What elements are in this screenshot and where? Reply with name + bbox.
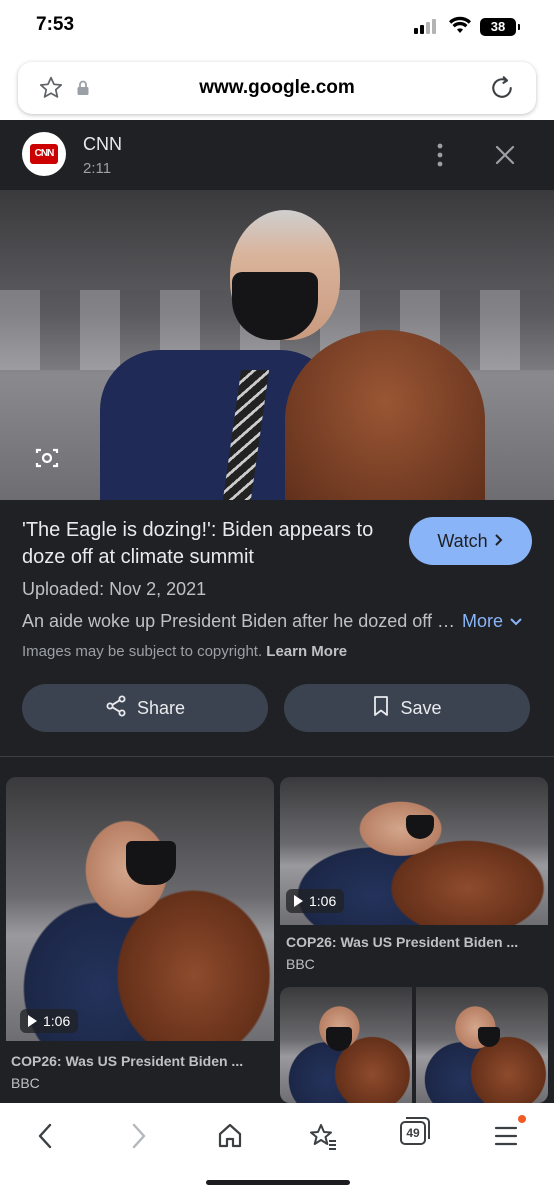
home-indicator[interactable] (206, 1180, 350, 1185)
home-icon[interactable] (216, 1121, 244, 1156)
bottom-toolbar (0, 1103, 554, 1200)
video-duration-badge: 1:06 (286, 889, 345, 913)
watch-label: Watch (437, 530, 488, 551)
related-result[interactable]: 1:06 COP26: Was US President Biden ... B… (6, 777, 274, 1103)
source-name[interactable]: CNN (83, 134, 122, 155)
related-result[interactable] (280, 987, 548, 1103)
copyright-text: Images may be subject to copyright. (22, 643, 263, 660)
watch-button[interactable]: Watch (409, 517, 532, 565)
related-thumbnail[interactable] (6, 777, 274, 1041)
share-label: Share (136, 697, 186, 718)
chevron-right-icon (494, 531, 504, 552)
upload-date: Uploaded: Nov 2, 2021 (22, 579, 207, 599)
more-label: More (462, 611, 504, 631)
address-bar-container: www.google.com (0, 56, 554, 120)
related-thumbnail[interactable] (280, 987, 412, 1103)
save-label: Save (400, 697, 442, 718)
tabs-button[interactable]: 49 (400, 1117, 430, 1145)
result-description: An aide woke up President Biden after he… (22, 611, 458, 631)
related-source: BBC (11, 1075, 40, 1091)
bookmarks-icon[interactable] (308, 1121, 338, 1156)
video-duration: 2:11 (83, 160, 112, 177)
bookmark-icon (372, 695, 390, 722)
related-duration: 1:06 (309, 893, 337, 909)
more-options-icon[interactable] (430, 142, 450, 173)
reload-icon[interactable] (488, 74, 516, 107)
url-text[interactable]: www.google.com (18, 77, 536, 99)
play-icon (28, 1015, 37, 1027)
battery-icon: 38 (480, 18, 520, 36)
related-title[interactable]: COP26: Was US President Biden ... (286, 934, 544, 950)
cnn-logo-icon: CNN (30, 144, 58, 164)
source-logo: CNN (22, 132, 66, 176)
video-duration-badge: 1:06 (20, 1009, 79, 1033)
back-icon[interactable] (34, 1121, 56, 1156)
related-title[interactable]: COP26: Was US President Biden ... (11, 1053, 269, 1069)
related-thumbnail[interactable] (416, 987, 548, 1103)
forward-icon[interactable] (128, 1121, 150, 1156)
chevron-down-icon (509, 611, 523, 632)
menu-icon[interactable] (494, 1121, 518, 1156)
share-icon (105, 695, 127, 722)
status-time: 7:53 (36, 14, 75, 35)
lens-search-icon[interactable] (34, 447, 60, 474)
copyright-notice: Images may be subject to copyright. Lear… (22, 643, 347, 660)
result-header: CNN CNN 2:11 (0, 120, 554, 190)
share-button[interactable]: Share (22, 684, 268, 732)
wifi-icon (448, 15, 472, 40)
cellular-signal-icon (414, 18, 436, 34)
result-image[interactable] (0, 190, 554, 500)
related-duration: 1:06 (43, 1013, 71, 1029)
save-button[interactable]: Save (284, 684, 530, 732)
close-icon[interactable] (494, 144, 516, 171)
related-result[interactable]: 1:06 COP26: Was US President Biden ... B… (280, 777, 548, 981)
related-source: BBC (286, 956, 315, 972)
learn-more-link[interactable]: Learn More (266, 643, 347, 660)
more-link[interactable]: More (462, 611, 523, 632)
section-divider (0, 756, 554, 757)
result-title[interactable]: 'The Eagle is dozing!': Biden appears to… (22, 517, 392, 571)
address-bar[interactable]: www.google.com (18, 62, 536, 114)
status-bar: 7:53 38 (0, 0, 554, 56)
notification-dot (518, 1115, 526, 1123)
play-icon (294, 895, 303, 907)
